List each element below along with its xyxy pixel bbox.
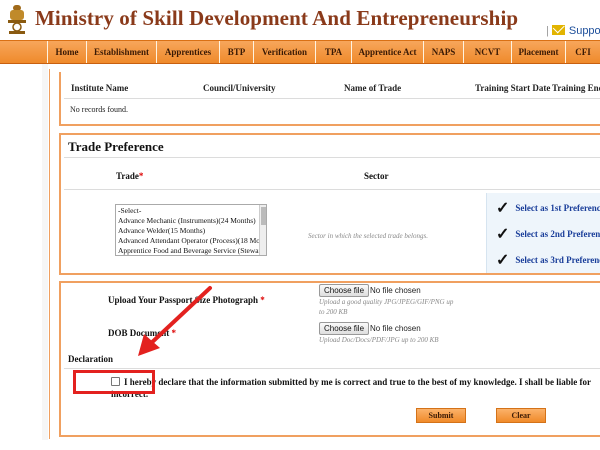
support-separator: | [546, 25, 549, 37]
trade-option[interactable]: Advance Welder(15 Months) [118, 226, 264, 236]
site-header: Ministry of Skill Development And Entrep… [0, 0, 600, 40]
annotation-arrow-icon [138, 286, 212, 356]
section-divider [64, 157, 600, 158]
mail-icon [551, 25, 565, 35]
nav-establishment[interactable]: Establishment [86, 41, 156, 63]
site-title: Ministry of Skill Development And Entrep… [35, 6, 519, 30]
declaration-text-line-1: I hereby declare that the information su… [124, 377, 591, 387]
trade-option[interactable]: -Select- [118, 206, 264, 216]
nav-naps[interactable]: NAPS [423, 41, 463, 63]
clear-button[interactable]: Clear [496, 408, 546, 423]
required-mark: * [260, 295, 265, 305]
table-header-divider [64, 98, 600, 99]
trade-label: Trade* [116, 171, 143, 181]
photo-help-line-1: Upload a good quality JPG/JPEG/GIF/PNG u… [319, 298, 454, 306]
trade-header-divider [64, 189, 600, 190]
col-training-start-date: Training Start Date [475, 83, 551, 93]
required-mark: * [138, 171, 144, 181]
pref-1-label: Select as 1st Preference [515, 203, 600, 213]
trade-preference-title: Trade Preference [68, 139, 164, 154]
nav-placement[interactable]: Placement [511, 41, 565, 63]
nav-apprentice-act[interactable]: Apprentice Act [351, 41, 423, 63]
page-gutter [42, 64, 48, 440]
nav-ncvt[interactable]: NCVT [463, 41, 511, 63]
col-council-university: Council/University [203, 83, 276, 93]
main-nav: Home Establishment Apprentices BTP Verif… [0, 40, 600, 64]
institute-table-panel [59, 72, 600, 126]
dob-file-status: No file chosen [370, 324, 421, 333]
support-link[interactable]: | Support [546, 25, 600, 39]
annotation-highlight-box [73, 370, 155, 394]
nav-tpa[interactable]: TPA [315, 41, 351, 63]
sector-label: Sector [364, 171, 389, 181]
nav-home[interactable]: Home [47, 41, 86, 63]
dob-choose-file-button[interactable]: Choose file [319, 322, 370, 335]
checkmark-icon: ✓ [496, 252, 510, 269]
pref-2-label: Select as 2nd Preference [515, 229, 600, 239]
sector-help-text: Sector in which the selected trade belon… [308, 232, 428, 240]
nav-verification[interactable]: Verification [253, 41, 315, 63]
trade-option[interactable]: Advance Mechanic (Instruments)(24 Months… [118, 216, 264, 226]
dob-help-text: Upload Doc/Docs/PDF/JPG up to 200 KB [319, 336, 439, 344]
photo-help-line-2: to 200 KB [319, 308, 348, 316]
checkmark-icon: ✓ [496, 200, 510, 217]
col-name-of-trade: Name of Trade [344, 83, 402, 93]
col-institute-name: Institute Name [71, 83, 129, 93]
trade-label-text: Trade [116, 171, 139, 181]
trade-list-scrollbar[interactable] [259, 205, 266, 255]
select-1st-preference-button[interactable]: ✓ Select as 1st Preference [496, 198, 600, 218]
photo-choose-file-button[interactable]: Choose file [319, 284, 370, 297]
nav-btp[interactable]: BTP [219, 41, 253, 63]
pref-3-label: Select as 3rd Preference [515, 255, 600, 265]
trade-option[interactable]: Advanced Attendant Operator (Process)(18… [118, 236, 266, 246]
photo-file-status: No file chosen [370, 286, 421, 295]
trade-select-list[interactable]: -Select- Advance Mechanic (Instruments)(… [115, 204, 267, 256]
select-2nd-preference-button[interactable]: ✓ Select as 2nd Preference [496, 224, 600, 244]
declaration-divider [64, 368, 600, 369]
nav-cfi[interactable]: CFI [565, 41, 600, 63]
declaration-title: Declaration [68, 354, 113, 364]
select-3rd-preference-button[interactable]: ✓ Select as 3rd Preference [496, 250, 600, 270]
trade-option[interactable]: Apprentice Food and Beverage Service (St… [118, 246, 264, 255]
empty-message: No records found. [70, 105, 128, 114]
nav-apprentices[interactable]: Apprentices [156, 41, 219, 63]
national-emblem-icon [8, 5, 26, 34]
checkmark-icon: ✓ [496, 226, 510, 243]
submit-button[interactable]: Submit [416, 408, 466, 423]
col-training-end: Training End [552, 83, 600, 93]
support-label: Support [568, 25, 600, 37]
